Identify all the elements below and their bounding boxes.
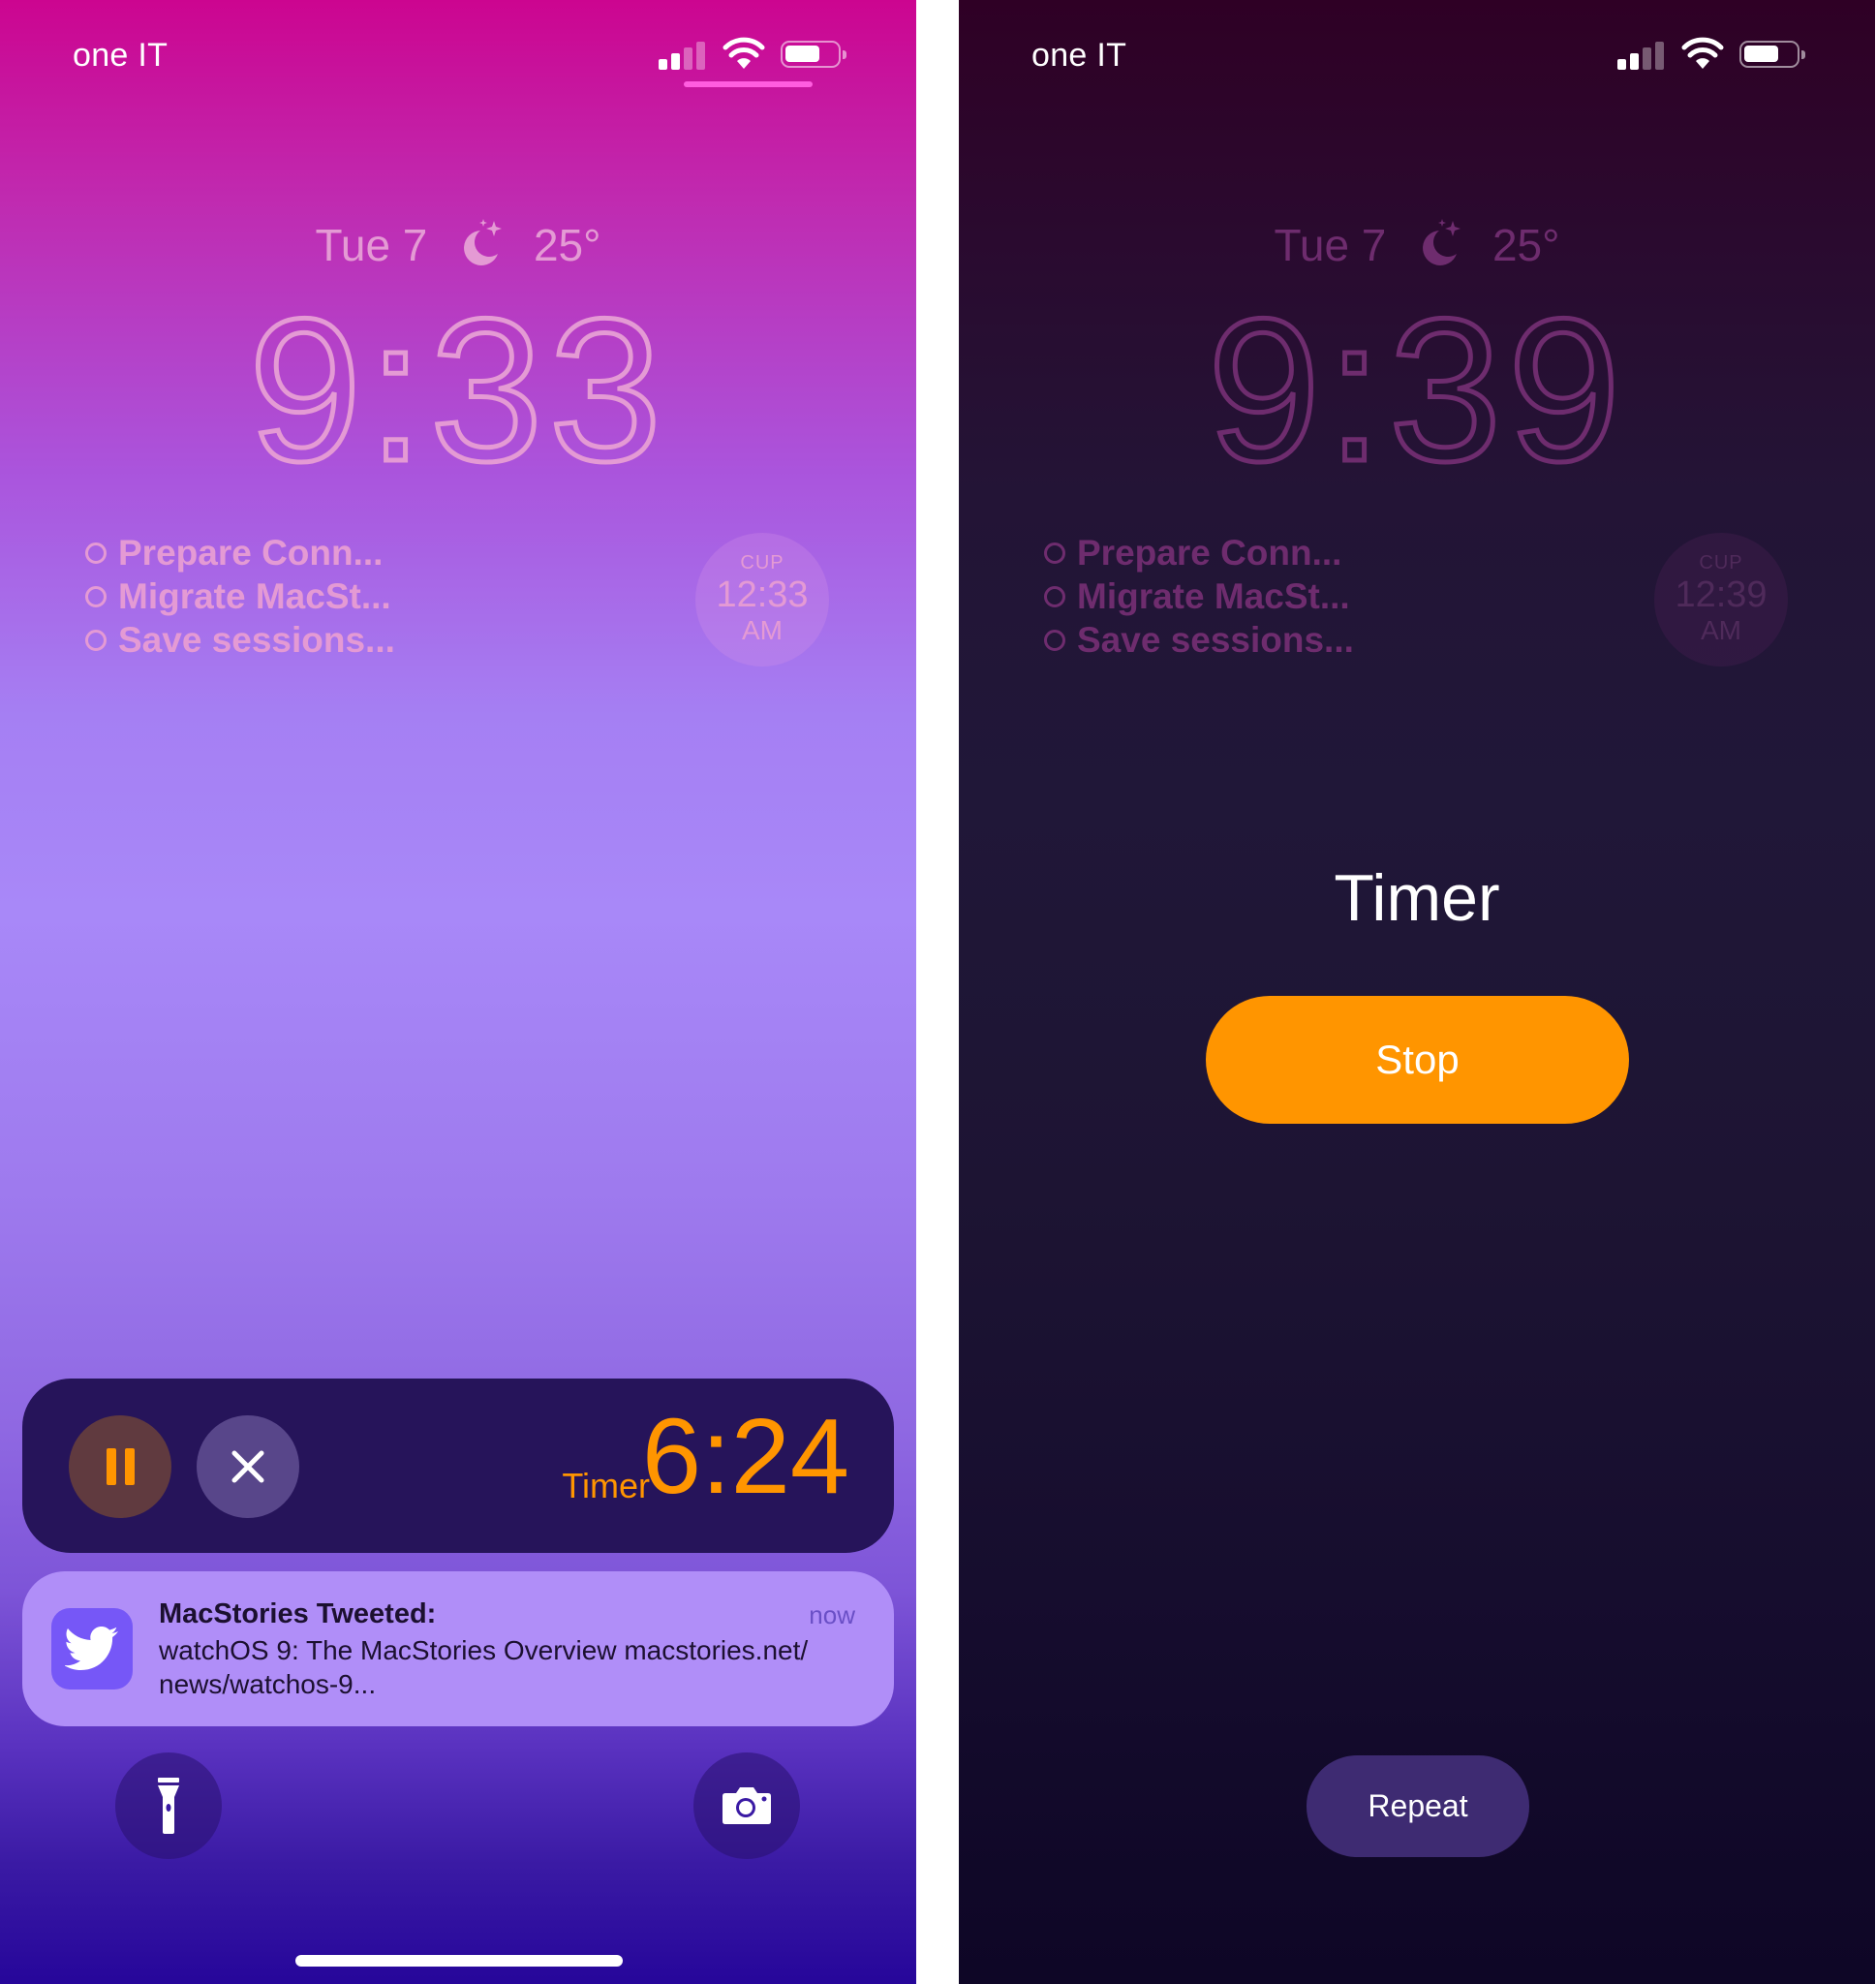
circle-icon [1044, 585, 1065, 607]
signal-bar [1630, 53, 1639, 70]
signal-bar [1617, 59, 1626, 70]
date-label: Tue 7 [315, 219, 428, 270]
signal-bar [696, 42, 705, 70]
app-icon [51, 1608, 133, 1690]
moon-stars-icon [464, 218, 503, 265]
signal-bar [1655, 42, 1664, 70]
reminder-item[interactable]: Save sessions... [85, 618, 395, 662]
timer-label: Timer [562, 1466, 650, 1505]
reminders-widget[interactable]: Prepare Conn... Migrate MacSt... Save se… [85, 531, 395, 662]
flashlight-button[interactable] [115, 1752, 222, 1859]
reminder-item[interactable]: Prepare Conn... [1044, 531, 1354, 574]
carrier-name: one IT [1031, 37, 1127, 74]
reminder-text: Migrate MacSt... [1077, 575, 1350, 616]
home-indicator[interactable] [295, 1955, 623, 1967]
circle-icon [85, 585, 107, 607]
world-clock-city: CUP [740, 552, 784, 574]
reminder-item[interactable]: Migrate MacSt... [85, 574, 395, 618]
world-clock-widget[interactable]: CUP 12:39 AM [1654, 533, 1788, 666]
alert-title: Timer [1334, 861, 1500, 935]
notification-title: MacStories Tweeted: [159, 1598, 437, 1629]
reminder-text: Save sessions... [1077, 619, 1354, 660]
circle-icon [1044, 629, 1065, 651]
reminder-item[interactable]: Prepare Conn... [85, 531, 395, 574]
circle-icon [85, 542, 107, 564]
temperature-label: 25° [533, 219, 601, 270]
reminder-text: Migrate MacSt... [118, 575, 391, 616]
status-icons [1617, 37, 1811, 70]
lock-clock: 9:33 [0, 286, 916, 494]
lock-screen-timer-alert: one IT Tue 7 25° 9:39 Prepare Conn... Mi… [959, 0, 1875, 1984]
world-clock-time: 12:33 [716, 574, 809, 615]
date-label: Tue 7 [1274, 219, 1387, 270]
timer-live-activity[interactable]: Timer 6:24 [22, 1379, 894, 1553]
camera-button[interactable] [693, 1752, 800, 1859]
world-clock-city: CUP [1699, 552, 1743, 574]
wifi-icon [723, 37, 765, 69]
camera-icon [723, 1787, 771, 1824]
signal-bar [1643, 47, 1651, 70]
notification-body: watchOS 9: The MacStories Overview macst… [159, 1635, 809, 1699]
clock-time: 9:33 [246, 276, 668, 504]
date-weather[interactable]: Tue 7 25° [959, 215, 1875, 271]
reminder-text: Prepare Conn... [1077, 532, 1342, 573]
close-icon [231, 1450, 264, 1483]
world-clock-ampm: AM [1701, 615, 1741, 645]
temperature-label: 25° [1492, 219, 1560, 270]
wifi-icon [1681, 37, 1724, 69]
stop-button[interactable]: Stop [1206, 996, 1629, 1124]
reminder-item[interactable]: Migrate MacSt... [1044, 574, 1354, 618]
reminder-text: Prepare Conn... [118, 532, 384, 573]
reminder-item[interactable]: Save sessions... [1044, 618, 1354, 662]
reminder-text: Save sessions... [118, 619, 395, 660]
carrier-name: one IT [73, 37, 169, 74]
clock-time: 9:39 [1205, 276, 1627, 504]
world-clock-widget[interactable]: CUP 12:33 AM [695, 533, 829, 666]
world-clock-time: 12:39 [1675, 574, 1768, 615]
screen-recording-indicator [684, 81, 813, 87]
twitter-bird-icon [65, 1627, 118, 1670]
world-clock-ampm: AM [742, 615, 783, 645]
date-weather[interactable]: Tue 7 25° [0, 215, 916, 271]
reminders-widget[interactable]: Prepare Conn... Migrate MacSt... Save se… [1044, 531, 1354, 662]
notification-card[interactable]: MacStories Tweeted: now watchOS 9: The M… [22, 1571, 894, 1726]
pause-button[interactable] [69, 1415, 171, 1518]
battery-icon [1739, 41, 1805, 68]
signal-bar [659, 59, 667, 70]
notification-time: now [809, 1600, 855, 1629]
signal-bar [671, 53, 680, 70]
circle-icon [85, 629, 107, 651]
signal-bar [684, 47, 692, 70]
lock-clock: 9:39 [959, 286, 1875, 494]
cancel-timer-button[interactable] [197, 1415, 299, 1518]
repeat-button[interactable]: Repeat [1307, 1755, 1529, 1857]
lock-screen-live-activity: one IT Tue 7 25° 9:33 Prepare Conn... Mi… [0, 0, 916, 1984]
status-icons [659, 37, 852, 70]
flashlight-icon [158, 1778, 179, 1834]
moon-stars-icon [1423, 218, 1461, 265]
pause-icon [106, 1448, 135, 1485]
battery-icon [781, 41, 846, 68]
timer-remaining: 6:24 [641, 1397, 849, 1516]
circle-icon [1044, 542, 1065, 564]
